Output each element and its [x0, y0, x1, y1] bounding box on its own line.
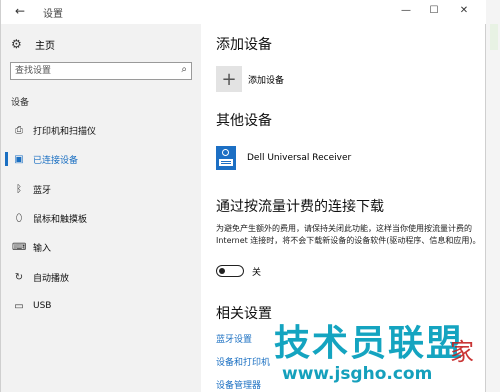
- toggle-switch[interactable]: [216, 265, 244, 277]
- watermark-logo-text: 技术员联盟: [274, 323, 465, 364]
- sidebar-item-typing[interactable]: ⌨ 输入: [1, 237, 201, 257]
- sidebar-item-printers[interactable]: ⎙ 打印机和扫描仪: [1, 120, 201, 140]
- watermark: 技术员联盟 www.jsgho.com 家: [268, 324, 498, 390]
- title-bar: ← 设置 — ☐ ✕: [1, 0, 486, 24]
- toggle-state-label: 关: [252, 267, 262, 278]
- related-settings-heading: 相关设置: [216, 306, 272, 322]
- home-label: 主页: [35, 40, 55, 52]
- close-button[interactable]: ✕: [452, 2, 476, 20]
- autoplay-icon: ↻: [14, 271, 24, 283]
- sidebar-item-usb[interactable]: ▭ USB: [1, 296, 201, 316]
- watermark-seal: 家: [450, 338, 474, 366]
- sidebar-item-mouse[interactable]: ⬯ 鼠标和触摸板: [1, 208, 201, 228]
- usb-icon: ▭: [14, 300, 24, 312]
- section-label: 设备: [11, 98, 30, 108]
- sidebar-item-label: 蓝牙: [33, 185, 52, 196]
- sidebar-item-label: 输入: [33, 243, 52, 254]
- device-name: Dell Universal Receiver: [247, 153, 352, 163]
- mouse-icon: ⬯: [15, 212, 23, 224]
- add-device-heading: 添加设备: [216, 37, 272, 53]
- bluetooth-settings-link[interactable]: 蓝牙设置: [216, 332, 252, 345]
- arrow-left-icon: ←: [14, 4, 26, 18]
- sidebar-item-bluetooth[interactable]: ᛒ 蓝牙: [1, 179, 201, 199]
- printer-icon: ⎙: [15, 124, 23, 136]
- home-link[interactable]: ⚙ 主页: [11, 35, 55, 53]
- watermark-url: www.jsgho.com: [282, 364, 433, 384]
- sidebar-item-label: 打印机和扫描仪: [33, 126, 97, 137]
- keyboard-receiver-icon: [216, 146, 236, 170]
- other-devices-heading: 其他设备: [216, 113, 272, 129]
- metered-toggle[interactable]: 关: [216, 264, 261, 278]
- maximize-button[interactable]: ☐: [422, 2, 446, 20]
- sidebar: ⚙ 主页 ⌕ 设备 ⎙ 打印机和扫描仪 ▣ 已连接设备 ᛒ 蓝牙 ⬯ 鼠标和触摸…: [1, 24, 201, 392]
- sidebar-item-label: 鼠标和触摸板: [33, 214, 88, 225]
- minimize-button[interactable]: —: [394, 2, 418, 20]
- back-button[interactable]: ←: [11, 3, 29, 19]
- gear-icon: ⚙: [11, 37, 22, 51]
- device-item[interactable]: Dell Universal Receiver: [216, 145, 351, 171]
- search-icon[interactable]: ⌕: [181, 64, 187, 75]
- metered-description: 为避免产生额外的费用，请保持关闭此功能，这样当你使用按流量计费的 Interne…: [216, 224, 481, 245]
- sidebar-item-autoplay[interactable]: ↻ 自动播放: [1, 267, 201, 287]
- keyboard-icon: ⌨: [12, 241, 27, 253]
- sidebar-item-connected-devices[interactable]: ▣ 已连接设备: [1, 149, 201, 169]
- metered-heading: 通过按流量计费的连接下载: [216, 199, 384, 215]
- connected-devices-icon: ▣: [14, 153, 24, 165]
- sidebar-item-label: USB: [33, 301, 52, 311]
- sidebar-item-label: 自动播放: [33, 273, 70, 284]
- search-input[interactable]: [15, 64, 165, 78]
- bluetooth-icon: ᛒ: [16, 183, 22, 195]
- add-device-button[interactable]: + 添加设备: [216, 65, 284, 93]
- plus-icon: +: [216, 66, 242, 92]
- add-device-label: 添加设备: [248, 75, 285, 86]
- window-title: 设置: [43, 9, 63, 20]
- sidebar-item-label: 已连接设备: [33, 155, 79, 166]
- search-box[interactable]: ⌕: [10, 62, 192, 80]
- device-manager-link[interactable]: 设备管理器: [216, 378, 261, 391]
- devices-printers-link[interactable]: 设备和打印机: [216, 355, 270, 368]
